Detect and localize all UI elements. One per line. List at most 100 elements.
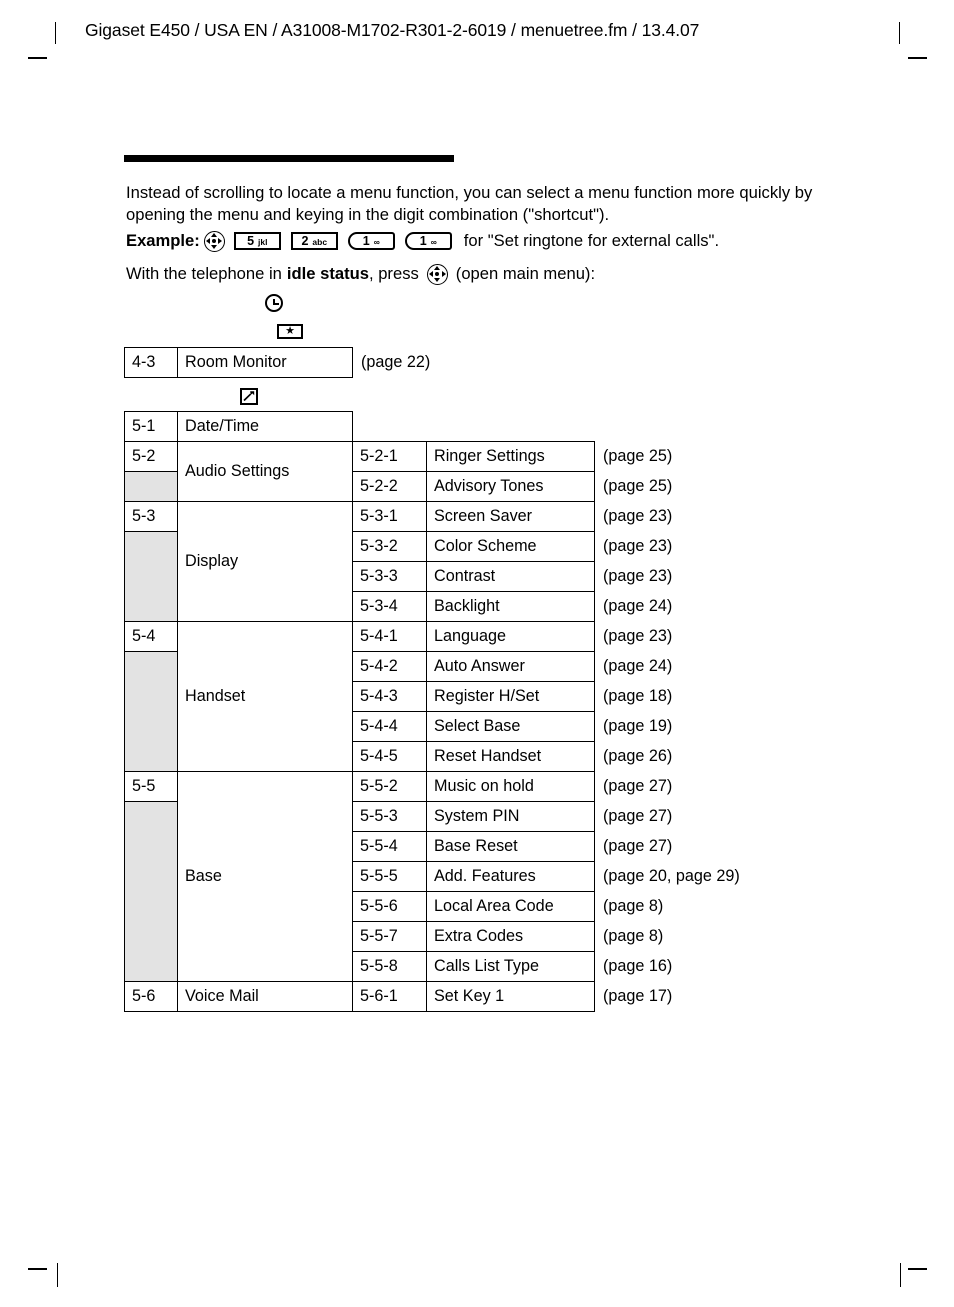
- example-line: Example: 5 jkl 2 abc 1 ∞ 1 ∞ for "Set ri…: [126, 230, 886, 252]
- page-reference-cell: (page 17): [603, 986, 673, 1005]
- table-row: 5-1 Date/Time: [124, 411, 865, 442]
- table-row: 5-6 Voice Mail 5-6-1 Set Key 1 (page 17): [124, 981, 865, 1012]
- crop-mark-top-right-horizontal: [908, 57, 927, 59]
- key-number: 5: [247, 234, 255, 248]
- page-reference-cell: (page 23): [603, 506, 673, 525]
- menu-name-cell: Room Monitor: [177, 347, 353, 378]
- key-2-abc: 2 abc: [290, 232, 338, 250]
- menu-name-cell: Handset: [177, 621, 353, 772]
- page-reference-cell: (page 16): [603, 956, 673, 975]
- crop-mark-bottom-left-vertical: [57, 1263, 58, 1287]
- crop-mark-bottom-right-horizontal: [908, 1268, 927, 1270]
- table-row: 5-5 Base 5-5-2 Music on hold (page 27): [124, 771, 865, 982]
- page-reference-cell: (page 24): [603, 596, 673, 615]
- intro-paragraph: Instead of scrolling to locate a menu fu…: [126, 183, 813, 224]
- key-number: 1: [419, 234, 427, 248]
- example-label: Example:: [126, 231, 200, 250]
- menu-code-cell: 5-5: [124, 771, 178, 802]
- submenu-code-cell: 5-4-3: [352, 681, 427, 712]
- menu-code-cell: 5-4: [124, 621, 178, 652]
- submenu-code-cell: 5-5-4: [352, 831, 427, 862]
- submenu-code-cell: 5-3-2: [352, 531, 427, 562]
- page-reference-cell: (page 22): [361, 352, 431, 371]
- page-reference-cell: (page 20, page 29): [603, 866, 740, 885]
- page-reference-cell: (page 8): [603, 926, 664, 945]
- page-reference-cell: (page 25): [603, 446, 673, 465]
- submenu-name-cell: Language: [426, 621, 595, 652]
- idle-suffix-text: (open main menu):: [455, 264, 596, 283]
- menu-name-cell: Audio Settings: [177, 441, 353, 502]
- submenu-name-cell: Screen Saver: [426, 501, 595, 532]
- page-reference-cell: (page 19): [603, 716, 673, 735]
- page-reference-cell: (page 18): [603, 686, 673, 705]
- empty-cell: [595, 412, 865, 442]
- star-glyph: ★: [285, 325, 295, 337]
- submenu-name-cell: Reset Handset: [426, 741, 595, 772]
- nav-rocker-icon: [426, 263, 448, 285]
- key-number: 1: [362, 234, 370, 248]
- menu-name-cell: Base: [177, 771, 353, 982]
- table-row: 5-3 Display 5-3-1 Screen Saver (page 23): [124, 501, 865, 622]
- nav-rocker-icon: [203, 230, 225, 252]
- table-row: 5-2 Audio Settings 5-2-1 Ringer Settings…: [124, 441, 865, 502]
- header-text: Gigaset E450 / USA EN / A31008-M1702-R30…: [85, 20, 700, 40]
- menu-code-cell: 5-1: [124, 411, 178, 442]
- empty-cell: [427, 412, 595, 442]
- table-row: 5-4 Handset 5-4-1 Language (page 23): [124, 621, 865, 772]
- submenu-name-cell: Base Reset: [426, 831, 595, 862]
- wrench-settings-icon: [240, 388, 258, 405]
- section-rule: [124, 155, 454, 162]
- submenu-name-cell: Advisory Tones: [426, 471, 595, 502]
- submenu-code-cell: 5-5-7: [352, 921, 427, 952]
- menu-code-cell: 5-2: [124, 441, 178, 472]
- example-tail-text: for "Set ringtone for external calls".: [463, 231, 720, 250]
- submenu-code-cell: 5-5-6: [352, 891, 427, 922]
- empty-cell: [353, 412, 427, 442]
- submenu-name-cell: Auto Answer: [426, 651, 595, 682]
- key-5-jkl: 5 jkl: [233, 232, 281, 250]
- menu-name-cell: Date/Time: [177, 411, 353, 442]
- page-reference-cell: (page 8): [603, 896, 664, 915]
- submenu-code-cell: 5-4-4: [352, 711, 427, 742]
- submenu-code-cell: 5-3-1: [352, 501, 427, 532]
- submenu-name-cell: Local Area Code: [426, 891, 595, 922]
- menu-code-cell: 4-3: [124, 347, 178, 378]
- submenu-name-cell: System PIN: [426, 801, 595, 832]
- submenu-code-cell: 5-4-5: [352, 741, 427, 772]
- star-key-icon: ★: [277, 324, 303, 339]
- crop-mark-bottom-right-vertical: [900, 1263, 901, 1287]
- key-letters: ∞: [373, 237, 380, 247]
- submenu-code-cell: 5-3-4: [352, 591, 427, 622]
- menu-name-cell: Voice Mail: [177, 981, 353, 1012]
- menu-code-cell: 5-6: [124, 981, 178, 1012]
- submenu-name-cell: Add. Features: [426, 861, 595, 892]
- submenu-name-cell: Set Key 1: [426, 981, 595, 1012]
- clock-icon: [265, 294, 283, 312]
- submenu-code-cell: 5-2-1: [352, 441, 427, 472]
- idle-prefix-text: With the telephone in: [126, 264, 282, 283]
- submenu-code-cell: 5-5-2: [352, 771, 427, 802]
- submenu-name-cell: Extra Codes: [426, 921, 595, 952]
- page-reference-cell: (page 27): [603, 806, 673, 825]
- document-running-header: Gigaset E450 / USA EN / A31008-M1702-R30…: [0, 20, 954, 50]
- table-row: 4-3 Room Monitor (page 22): [124, 347, 598, 378]
- page-reference-cell: (page 24): [603, 656, 673, 675]
- settings-menu-table: 5-1 Date/Time 5-2 Audio Settings 5-2-1 R…: [124, 411, 865, 1012]
- crop-mark-top-left-horizontal: [28, 57, 47, 59]
- idle-status-emphasis: idle status: [286, 264, 369, 283]
- submenu-code-cell: 5-4-2: [352, 651, 427, 682]
- page-reference-cell: (page 23): [603, 536, 673, 555]
- page-reference-cell: (page 23): [603, 626, 673, 645]
- key-1-second: 1 ∞: [404, 232, 452, 250]
- page-reference-cell: (page 27): [603, 776, 673, 795]
- group-continuation-cell: [124, 471, 178, 502]
- submenu-code-cell: 5-4-1: [352, 621, 427, 652]
- submenu-code-cell: 5-5-8: [352, 951, 427, 982]
- submenu-code-cell: 5-3-3: [352, 561, 427, 592]
- submenu-code-cell: 5-5-3: [352, 801, 427, 832]
- submenu-name-cell: Backlight: [426, 591, 595, 622]
- key-letters: ∞: [430, 237, 437, 247]
- submenu-code-cell: 5-5-5: [352, 861, 427, 892]
- menu-code-cell: 5-3: [124, 501, 178, 532]
- page-reference-cell: (page 27): [603, 836, 673, 855]
